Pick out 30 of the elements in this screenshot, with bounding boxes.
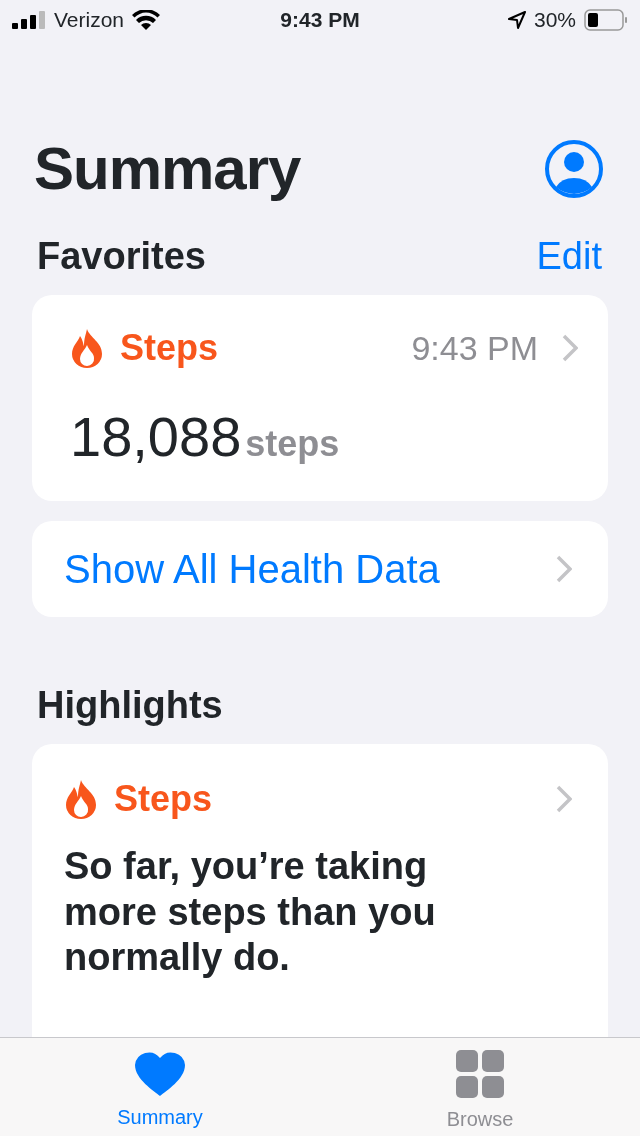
- flame-icon: [64, 779, 98, 819]
- profile-icon[interactable]: [544, 139, 604, 199]
- tab[interactable]: Browse: [400, 1050, 560, 1134]
- clock-time: 9:43 PM: [280, 7, 360, 34]
- page-title: Summary: [34, 134, 301, 204]
- grid-icon: [456, 1050, 504, 1098]
- chevron-icon: [556, 555, 572, 583]
- section-heading: Highlights: [37, 684, 223, 726]
- section-heading: Favorites: [37, 234, 206, 279]
- highlight-card[interactable]: Steps So far, you’re taking more steps than you normally do.: [32, 744, 608, 1037]
- tab[interactable]: Summary: [80, 1050, 240, 1132]
- flame-icon: [70, 328, 104, 368]
- chevron-icon: [556, 785, 572, 813]
- step-unit: steps: [245, 422, 340, 466]
- card-label: Steps: [114, 777, 213, 821]
- heart-icon: [134, 1050, 186, 1096]
- show-all-button[interactable]: Show All Health Data: [32, 521, 608, 617]
- edit-link[interactable]: Edit: [536, 228, 602, 285]
- card-time: 9:43 PM: [411, 327, 538, 369]
- highlight-text: So far, you’re taking more steps than you normally do.: [64, 844, 437, 981]
- carrier-name: Verizon: [54, 7, 125, 34]
- card-label: Steps: [120, 326, 219, 370]
- chevron-icon: [562, 334, 578, 362]
- battery-percent: 30%: [533, 7, 576, 34]
- location-arrow-icon: [507, 11, 526, 29]
- signal-icon: [12, 11, 46, 29]
- step-count: 18,088: [70, 404, 242, 470]
- steps-card[interactable]: Steps 9:43 PM 18,088 steps: [32, 295, 608, 501]
- wifi-icon: [132, 10, 161, 30]
- battery-icon: [584, 9, 628, 31]
